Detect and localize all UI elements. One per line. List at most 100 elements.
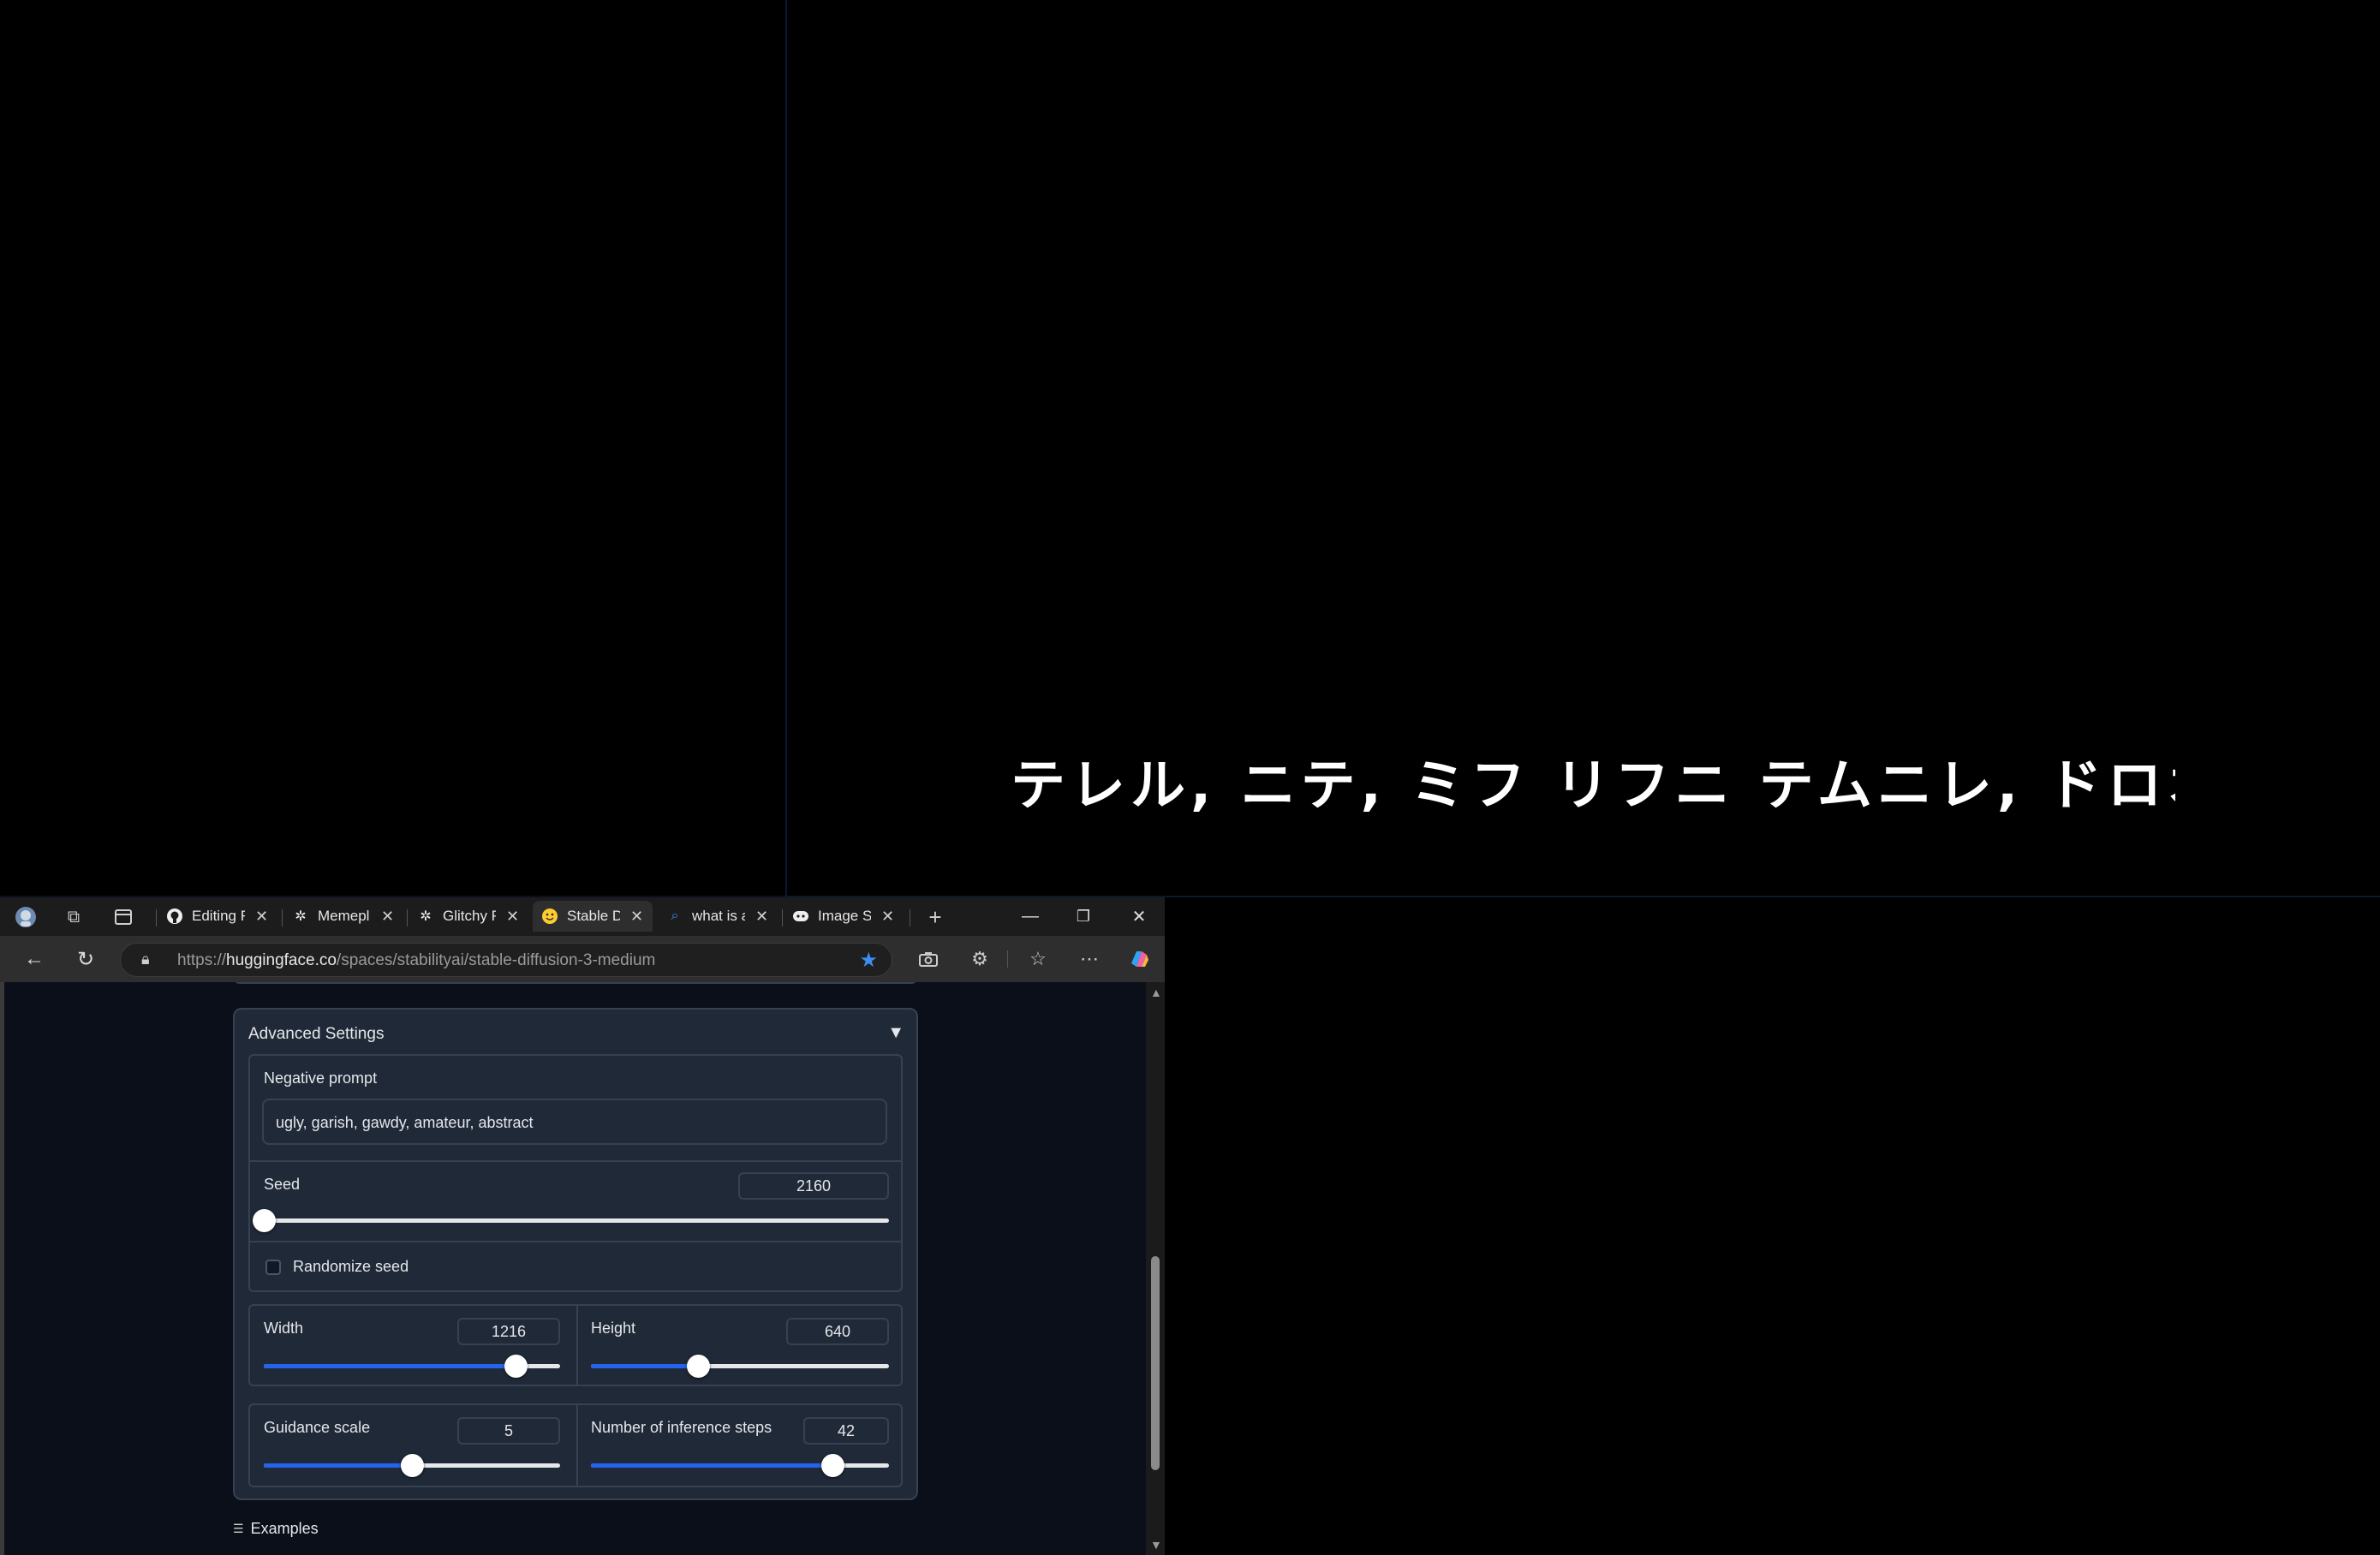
examples-toggle[interactable]: ☰ Examples	[233, 1520, 319, 1538]
address-bar[interactable]: 🔒︎ https://huggingface.co/spaces/stabili…	[120, 943, 892, 977]
guidance-scale-slider-fill	[264, 1463, 412, 1468]
toolbar-separator	[1007, 950, 1008, 968]
width-slider-thumb[interactable]	[504, 1355, 528, 1378]
github-icon	[166, 908, 183, 925]
dimensions-block: Width 1216 Height 640	[248, 1304, 903, 1386]
scrollbar-thumb[interactable]	[1151, 1256, 1160, 1470]
negative-prompt-label: Negative prompt	[264, 1069, 378, 1087]
page-scrollbar[interactable]: ▲ ▼	[1146, 982, 1165, 1555]
tab-title: what is a	[692, 908, 745, 924]
new-tab-icon[interactable]: +	[922, 904, 949, 930]
tab-separator	[282, 909, 283, 926]
close-icon[interactable]: ✕	[755, 908, 768, 926]
guidance-scale-slider-thumb[interactable]	[401, 1454, 424, 1477]
tab-title: Image St	[818, 908, 871, 924]
subtitle-caption: テレル, ニテ, ミフ リフニ テムニレ, ドロオレ, ム ムムニ リテフフレ?	[1011, 754, 2175, 818]
refresh-icon[interactable]: ↻	[70, 944, 101, 974]
tab-title: Editing R	[192, 908, 245, 924]
tab-editing[interactable]: Editing R ✕	[158, 901, 277, 932]
tab-memepl[interactable]: ✲ Memepl ✕	[283, 901, 403, 932]
advanced-settings-title[interactable]: Advanced Settings	[248, 1025, 384, 1044]
height-number-input[interactable]: 640	[786, 1318, 889, 1345]
tab-what-is[interactable]: ⌕ what is a ✕	[658, 901, 778, 932]
width-number-input[interactable]: 1216	[457, 1318, 560, 1345]
seed-slider[interactable]	[253, 1209, 889, 1232]
height-slider[interactable]	[591, 1355, 889, 1378]
seed-slider-thumb[interactable]	[253, 1209, 276, 1232]
more-icon[interactable]: ⋯	[1074, 944, 1105, 974]
browser-window: ⧉ Editing R ✕ ✲ Memepl ✕ ✲ Glitchy P ✕ S…	[0, 897, 1165, 1555]
negative-prompt-block: Negative prompt ugly, garish, gawdy, ama…	[248, 1054, 903, 1162]
previous-panel-edge	[233, 982, 918, 984]
guidance-scale-number-input[interactable]: 5	[457, 1417, 560, 1445]
close-icon[interactable]: ✕	[881, 908, 894, 926]
height-slider-thumb[interactable]	[687, 1355, 711, 1378]
profile-avatar-icon[interactable]	[12, 904, 39, 930]
height-label: Height	[591, 1320, 636, 1337]
tab-title: Memepl	[318, 908, 370, 924]
advanced-settings-panel: Advanced Settings ▼ Negative prompt ugly…	[233, 1008, 918, 1500]
workspaces-icon[interactable]: ⧉	[60, 904, 87, 930]
inference-steps-slider-thumb[interactable]	[820, 1454, 844, 1477]
seed-number-input[interactable]: 2160	[738, 1172, 889, 1200]
width-label: Width	[264, 1320, 304, 1337]
url-text: https://huggingface.co/spaces/stabilitya…	[177, 951, 656, 969]
scroll-up-arrow-icon[interactable]: ▲	[1150, 986, 1162, 999]
openai-icon: ✲	[420, 909, 432, 924]
seed-label: Seed	[264, 1176, 301, 1193]
randomize-seed-label[interactable]: Randomize seed	[293, 1258, 409, 1276]
seed-block: Seed 2160	[248, 1160, 903, 1242]
list-icon: ☰	[233, 1522, 244, 1535]
tab-stable-diffusion[interactable]: Stable D ✕	[533, 901, 653, 932]
collapse-triangle-icon[interactable]: ▼	[887, 1023, 904, 1043]
minimize-icon[interactable]: —	[1009, 903, 1052, 930]
screen-divider-vertical	[785, 0, 787, 897]
search-icon: ⌕	[671, 909, 679, 923]
tab-separator	[782, 909, 783, 926]
favorite-star-icon[interactable]: ★	[859, 948, 878, 973]
scroll-down-arrow-icon[interactable]: ▼	[1150, 1538, 1162, 1552]
inference-steps-number-input[interactable]: 42	[803, 1417, 889, 1445]
window-left-edge	[0, 982, 4, 1555]
close-icon[interactable]: ✕	[381, 908, 394, 926]
inference-steps-slider[interactable]	[591, 1454, 889, 1477]
height-slider-fill	[591, 1364, 699, 1368]
extensions-icon[interactable]: ⚙	[964, 944, 995, 974]
tab-separator	[156, 909, 157, 926]
copilot-icon[interactable]	[1124, 944, 1154, 974]
tab-glitchy[interactable]: ✲ Glitchy P ✕	[409, 901, 528, 932]
close-icon[interactable]: ✕	[506, 908, 519, 926]
huggingface-icon	[541, 908, 558, 925]
favorites-icon[interactable]: ☆	[1023, 944, 1053, 974]
openai-icon: ✲	[295, 909, 307, 924]
tab-strip: ⧉ Editing R ✕ ✲ Memepl ✕ ✲ Glitchy P ✕ S…	[0, 897, 1165, 936]
column-divider	[576, 1306, 578, 1385]
tab-title: Glitchy P	[443, 908, 496, 924]
chatbot-icon	[792, 908, 809, 925]
guidance-scale-label: Guidance scale	[264, 1419, 371, 1436]
width-slider[interactable]	[264, 1355, 560, 1378]
tab-separator	[407, 909, 408, 926]
screenshot-icon[interactable]	[913, 944, 944, 974]
inference-steps-slider-fill	[591, 1463, 832, 1468]
window-close-icon[interactable]: ✕	[1118, 903, 1160, 930]
negative-prompt-input[interactable]: ugly, garish, gawdy, amateur, abstract	[262, 1099, 887, 1145]
inference-steps-label: Number of inference steps	[591, 1419, 772, 1436]
guidance-scale-slider[interactable]	[264, 1454, 560, 1477]
column-divider	[576, 1405, 578, 1486]
browser-toolbar: ← ↻ 🔒︎ https://huggingface.co/spaces/sta…	[0, 936, 1165, 982]
examples-label: Examples	[250, 1520, 319, 1537]
lock-icon: 🔒︎	[141, 950, 150, 968]
close-icon[interactable]: ✕	[255, 908, 268, 926]
randomize-seed-checkbox[interactable]	[265, 1260, 281, 1275]
tab-actions-icon[interactable]	[110, 904, 137, 930]
restore-icon[interactable]: ❐	[1062, 903, 1105, 930]
close-icon[interactable]: ✕	[630, 908, 643, 926]
width-slider-fill	[264, 1364, 516, 1368]
tab-title: Stable D	[567, 908, 620, 924]
tab-image-st[interactable]: Image St ✕	[784, 901, 904, 932]
page-content: Advanced Settings ▼ Negative prompt ugly…	[0, 982, 1146, 1555]
back-icon[interactable]: ←	[19, 944, 50, 974]
generation-params-block: Guidance scale 5 Number of inference ste…	[248, 1403, 903, 1487]
randomize-block: Randomize seed	[248, 1241, 903, 1292]
